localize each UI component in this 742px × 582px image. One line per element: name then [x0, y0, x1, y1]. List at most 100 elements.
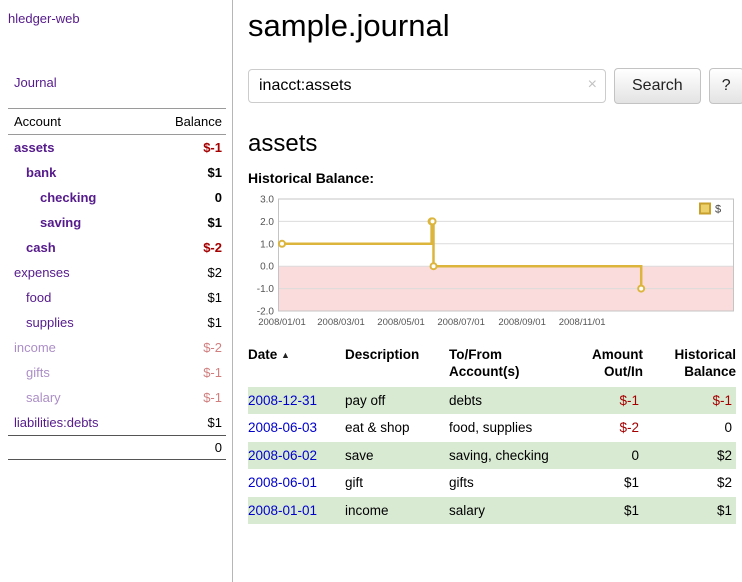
account-link[interactable]: assets: [14, 140, 54, 155]
account-cell: bank: [8, 160, 142, 185]
account-balance: $1: [142, 310, 226, 335]
account-row: checking0: [8, 185, 226, 210]
accounts-total-spacer: [8, 436, 142, 460]
account-cell: supplies: [8, 310, 142, 335]
account-row: salary$-1: [8, 385, 226, 410]
account-balance: $1: [142, 210, 226, 235]
register-row: 2008-06-01giftgifts$1$2: [248, 469, 736, 497]
register-row: 2008-01-01incomesalary$1$1: [248, 497, 736, 525]
transaction-date-cell: 2008-01-01: [248, 497, 345, 525]
account-row: bank $1: [8, 160, 226, 185]
chart-point-marker: [638, 286, 644, 292]
transaction-balance: $1: [643, 497, 736, 525]
chart-x-tick-label: 2008/05/01: [377, 317, 425, 328]
account-balance: $-1: [142, 360, 226, 385]
clear-search-icon[interactable]: ×: [588, 76, 597, 94]
accounts-header-balance: Balance: [142, 109, 226, 135]
account-link[interactable]: supplies: [26, 315, 74, 330]
account-balance: $1: [142, 160, 226, 185]
account-cell: assets: [8, 135, 142, 161]
search-button[interactable]: Search: [614, 68, 701, 104]
transaction-date-link[interactable]: 2008-12-31: [248, 393, 317, 408]
transaction-amount: $1: [561, 497, 643, 525]
account-link[interactable]: cash: [26, 240, 56, 255]
transaction-date-link[interactable]: 2008-06-01: [248, 475, 317, 490]
transaction-description: gift: [345, 469, 449, 497]
account-cell: income: [8, 335, 142, 360]
account-link[interactable]: income: [14, 340, 56, 355]
transaction-date-link[interactable]: 2008-06-03: [248, 420, 317, 435]
transaction-accounts: debts: [449, 387, 561, 415]
transaction-date-cell: 2008-06-03: [248, 414, 345, 442]
account-cell: liabilities:debts: [8, 410, 142, 436]
register-header-amount: Amount Out/In: [561, 347, 643, 387]
transaction-amount: $-2: [561, 414, 643, 442]
transaction-date-cell: 2008-06-02: [248, 442, 345, 470]
chart-y-tick-label: 2.0: [260, 217, 274, 228]
transaction-balance: $-1: [643, 387, 736, 415]
chart-y-tick-label: 1.0: [260, 239, 274, 250]
account-link[interactable]: gifts: [26, 365, 50, 380]
transaction-balance: $2: [643, 469, 736, 497]
transaction-balance: $2: [643, 442, 736, 470]
journal-nav-link[interactable]: Journal: [14, 75, 57, 90]
account-row: supplies $1: [8, 310, 226, 335]
account-cell: cash: [8, 235, 142, 260]
chart-y-tick-label: -1.0: [257, 284, 275, 295]
account-cell: saving: [8, 210, 142, 235]
register-row: 2008-12-31pay offdebts$-1$-1: [248, 387, 736, 415]
chart-x-tick-label: 2008/03/01: [317, 317, 365, 328]
register-header-date[interactable]: Date ▲: [248, 347, 345, 387]
chart-legend-swatch: [700, 204, 710, 214]
transaction-accounts: food, supplies: [449, 414, 561, 442]
transaction-description: eat & shop: [345, 414, 449, 442]
account-link[interactable]: bank: [26, 165, 56, 180]
account-row: liabilities:debts $1: [8, 410, 226, 436]
app-title-row: hledger-web: [8, 10, 226, 28]
account-balance: $1: [142, 410, 226, 436]
account-row: income$-2: [8, 335, 226, 360]
main-content: sample.journal × Search ? assets Histori…: [233, 0, 742, 582]
accounts-total-value: 0: [142, 436, 226, 460]
account-heading: assets: [248, 130, 742, 158]
accounts-header-account: Account: [8, 109, 142, 135]
transaction-date-link[interactable]: 2008-01-01: [248, 503, 317, 518]
page-title: sample.journal: [248, 8, 742, 44]
app: hledger-web Journal Account Balance asse…: [0, 0, 742, 582]
register-header-accounts: To/From Account(s): [449, 347, 561, 387]
account-row: expenses$2: [8, 260, 226, 285]
chart-point-marker: [279, 241, 285, 247]
account-cell: salary: [8, 385, 142, 410]
chart-legend-label: $: [715, 204, 721, 216]
account-cell: checking: [8, 185, 142, 210]
account-link[interactable]: checking: [40, 190, 96, 205]
search-input[interactable]: [248, 69, 606, 103]
app-title-link[interactable]: hledger-web: [8, 11, 80, 26]
account-cell: expenses: [8, 260, 142, 285]
sidebar: hledger-web Journal Account Balance asse…: [0, 0, 233, 582]
account-link[interactable]: expenses: [14, 265, 70, 280]
register-row: 2008-06-02savesaving, checking0$2: [248, 442, 736, 470]
account-balance: $1: [142, 285, 226, 310]
transaction-amount: $1: [561, 469, 643, 497]
chart-x-tick-label: 2008/01/01: [258, 317, 306, 328]
account-link[interactable]: saving: [40, 215, 81, 230]
help-button[interactable]: ?: [709, 68, 742, 104]
account-row: gifts $-1: [8, 360, 226, 385]
transaction-description: save: [345, 442, 449, 470]
account-link[interactable]: liabilities:debts: [14, 415, 99, 430]
transaction-amount: $-1: [561, 387, 643, 415]
account-link[interactable]: food: [26, 290, 51, 305]
chart-y-tick-label: 3.0: [260, 195, 274, 206]
account-cell: gifts: [8, 360, 142, 385]
transaction-date-link[interactable]: 2008-06-02: [248, 448, 317, 463]
account-row: saving $1: [8, 210, 226, 235]
chart-y-tick-label: -2.0: [257, 307, 275, 318]
chart-x-tick-label: 2008/07/01: [437, 317, 485, 328]
account-link[interactable]: salary: [26, 390, 61, 405]
accounts-header-row: Account Balance: [8, 109, 226, 135]
register-header-balance: Historical Balance: [643, 347, 736, 387]
search-box: ×: [248, 69, 606, 103]
chart-x-tick-label: 2008/11/01: [559, 317, 606, 328]
register-header-date-label: Date: [248, 347, 277, 362]
